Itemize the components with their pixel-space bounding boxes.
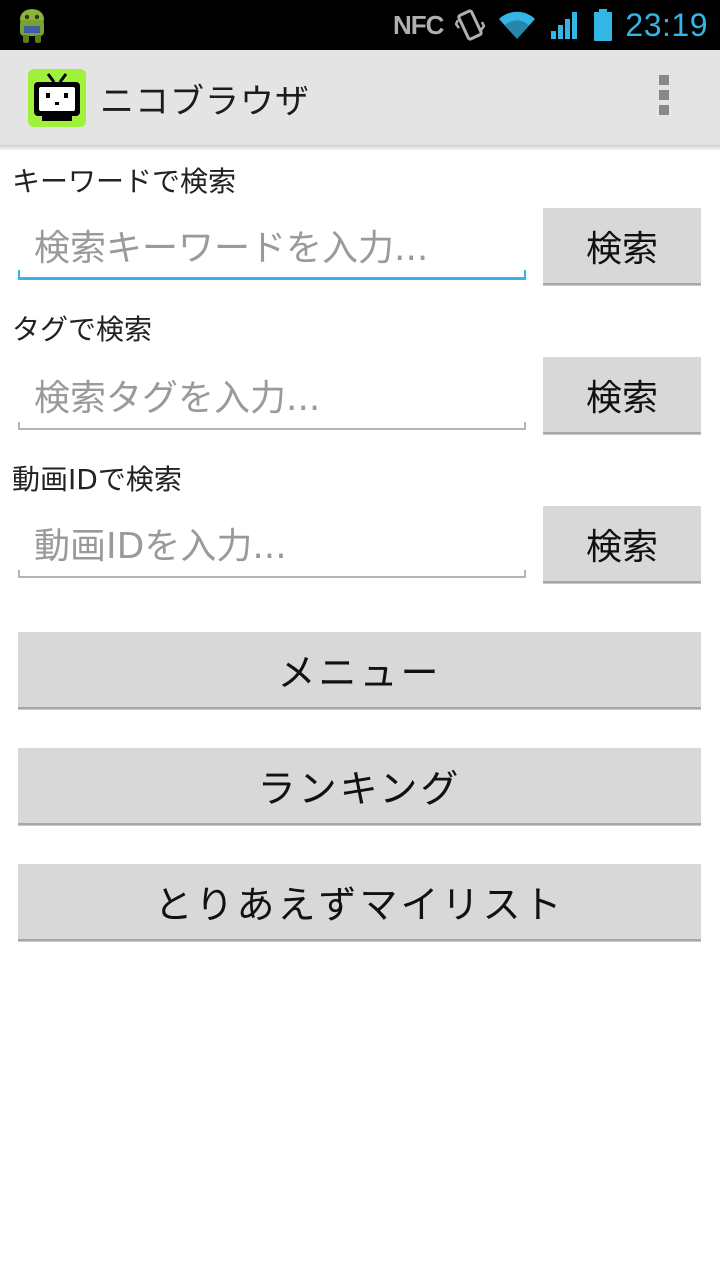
keyword-search-field[interactable] [18,220,526,280]
keyword-search-button[interactable]: 検索 [543,208,701,285]
mylist-button[interactable]: とりあえずマイリスト [18,864,701,941]
menu-button[interactable]: メニュー [18,632,701,709]
app-title: ニコブラウザ [100,82,310,122]
tag-search-field[interactable] [18,370,526,430]
tag-search-input[interactable] [18,370,526,426]
ranking-button[interactable]: ランキング [18,748,701,825]
tag-search-label: タグで検索 [12,313,153,346]
signal-icon [551,12,578,39]
video-id-input-underline [18,570,526,578]
overflow-dot [659,75,669,85]
wifi-icon [499,11,536,39]
status-time: 23:19 [625,6,708,43]
video-id-search-field[interactable] [18,518,526,578]
vibrate-icon [455,9,486,41]
niconico-tv-icon[interactable] [28,69,86,127]
overflow-menu-icon[interactable] [654,75,674,123]
action-bar: ニコブラウザ [0,50,720,146]
android-notification-icon [20,9,44,43]
video-id-search-input[interactable] [18,518,526,574]
tag-input-underline [18,422,526,430]
nfc-icon: NFC [392,9,444,40]
battery-icon [594,9,613,41]
keyword-input-underline [18,270,526,280]
keyword-search-label: キーワードで検索 [12,165,237,198]
video-id-search-label: 動画IDで検索 [12,463,182,496]
tag-search-button[interactable]: 検索 [543,357,701,434]
status-bar: NFC 23:19 [0,0,720,50]
overflow-dot [659,105,669,115]
video-id-search-button[interactable]: 検索 [543,506,701,583]
overflow-dot [659,90,669,100]
keyword-search-input[interactable] [18,220,526,276]
action-bar-shadow [0,145,720,151]
